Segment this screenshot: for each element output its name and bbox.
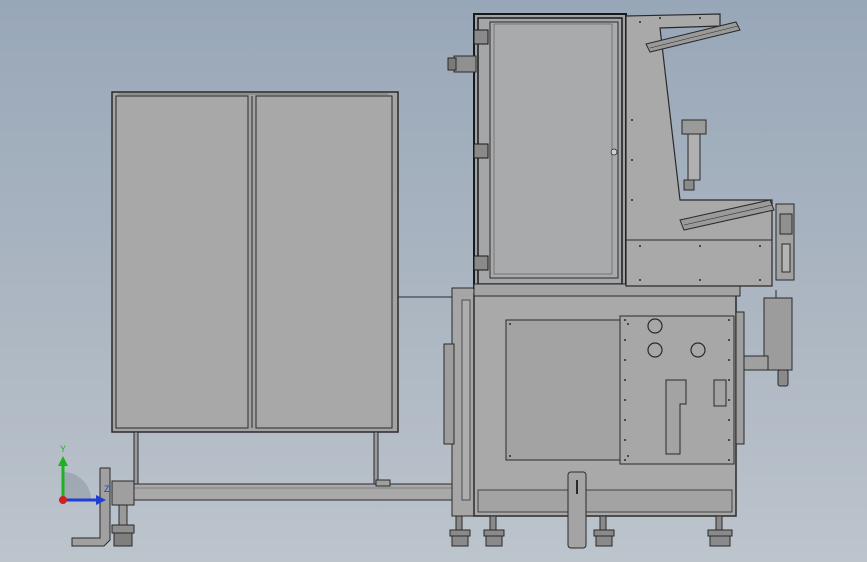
- machine-lower-base: [443, 287, 745, 549]
- left-cabinet-door-left: [115, 95, 249, 429]
- cad-viewport[interactable]: Y Z: [0, 0, 867, 562]
- cabinet-door-window: [489, 21, 619, 279]
- axis-z-label: Z: [104, 484, 110, 494]
- axis-x-origin: [59, 496, 67, 504]
- door-handle: [610, 148, 618, 156]
- left-cabinet: [111, 91, 454, 485]
- axis-triad: [58, 456, 106, 505]
- access-panel: [505, 319, 633, 461]
- base-rail: [71, 467, 471, 547]
- axis-y-label: Y: [60, 444, 67, 454]
- machine-drawing: [58, 13, 795, 549]
- leveling-feet: [449, 515, 733, 547]
- left-cabinet-door-right: [255, 95, 393, 429]
